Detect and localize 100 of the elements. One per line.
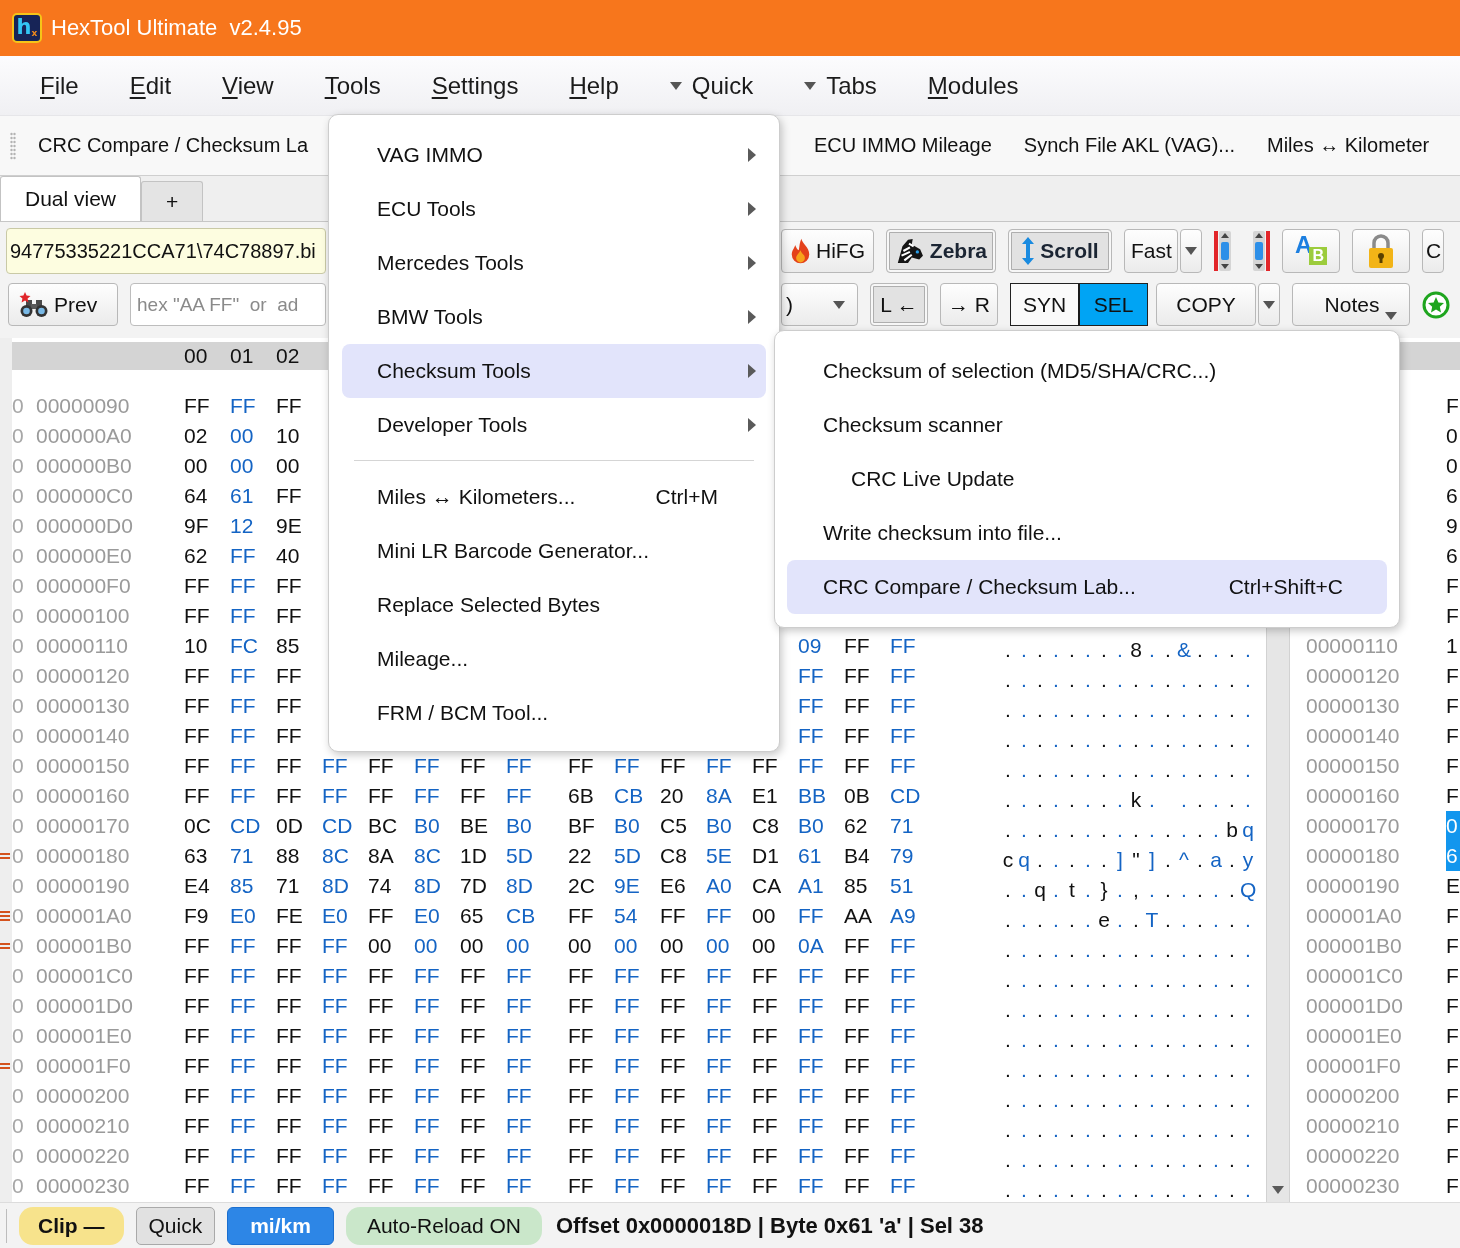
view-dropdown[interactable]: )	[781, 283, 858, 326]
hex-byte: 65	[460, 903, 485, 929]
hex-byte: 00	[568, 933, 593, 959]
quick-access-item[interactable]: CRC Compare / Checksum La	[38, 128, 309, 163]
hex-byte: B0	[614, 813, 641, 839]
sync-left-button[interactable]: L ←	[870, 283, 928, 326]
hex-byte: FF	[460, 1023, 487, 1049]
menu-entry[interactable]: Checksum of selection (MD5/SHA/CRC...)	[787, 344, 1387, 398]
hex-byte: A0	[706, 873, 733, 899]
offset-label: 000000D0	[36, 513, 134, 539]
toolbar-button[interactable]: C	[1422, 229, 1444, 273]
caret-icon	[669, 81, 682, 90]
menu-entry[interactable]: Checksum Tools	[342, 344, 766, 398]
menu-entry[interactable]: Miles ↔ Kilometers... Ctrl+M	[342, 470, 766, 524]
menu-entry[interactable]: CRC Live Update	[787, 452, 1387, 506]
menu-entry[interactable]: Developer Tools	[342, 398, 766, 452]
notes-button[interactable]: Notes	[1292, 283, 1410, 326]
menu-item[interactable]: Tabs	[804, 71, 877, 100]
quick-button[interactable]: Quick	[135, 1206, 216, 1245]
tab[interactable]: Dual view	[0, 176, 142, 221]
sync-right-button[interactable]: → R	[940, 283, 998, 326]
sync-mode-option[interactable]: SYN	[1011, 284, 1080, 325]
hex-byte: FF	[414, 963, 441, 989]
menu-item[interactable]: Settings	[431, 71, 519, 100]
hex-byte: FF	[230, 723, 257, 749]
gutter-text: 0	[12, 633, 25, 659]
units-button[interactable]: mi/km	[227, 1206, 334, 1245]
menu-item[interactable]: Quick	[669, 71, 754, 100]
menu-entry[interactable]: Checksum scanner	[787, 398, 1387, 452]
sync-mode-option[interactable]: SEL	[1080, 284, 1147, 325]
hex-byte: 51	[890, 873, 915, 899]
menu-entry[interactable]: Mercedes Tools	[342, 236, 766, 290]
hex-byte: FF	[706, 1143, 733, 1169]
menu-item[interactable]: File	[40, 71, 79, 100]
speed-dropdown[interactable]: Fast	[1124, 229, 1178, 273]
menu-entry[interactable]: Replace Selected Bytes	[342, 578, 766, 632]
hex-byte: FF	[460, 753, 487, 779]
menu-entry[interactable]: BMW Tools	[342, 290, 766, 344]
menu-item[interactable]: Edit	[129, 71, 172, 100]
offset-label: 00000110	[1305, 634, 1399, 658]
hex-byte: 8A	[706, 783, 733, 809]
scroll-button[interactable]: Scroll	[1008, 229, 1112, 273]
hex-byte: FF	[322, 1143, 349, 1169]
caret-icon	[833, 300, 845, 309]
menu-item[interactable]: View	[222, 71, 274, 100]
offset-label: 000000B0	[36, 453, 133, 479]
hex-digit: 0	[1446, 811, 1460, 841]
hex-byte: FF	[752, 993, 779, 1019]
menu-entry[interactable]: Mini LR Barcode Generator...	[342, 524, 766, 578]
gutter-text: 0	[12, 513, 25, 539]
menu-entry[interactable]: VAG IMMO	[342, 128, 766, 182]
prev-button[interactable]: Prev	[8, 283, 118, 326]
hex-byte: 8C	[322, 843, 350, 869]
file-path-field[interactable]: 94775335221CCA71\74C78897.bi	[6, 228, 326, 274]
offset-label: 00000190	[1305, 874, 1401, 898]
menu-entry[interactable]: CRC Compare / Checksum Lab... Ctrl+Shift+C	[787, 560, 1387, 614]
hex-byte: FF	[230, 1083, 257, 1109]
offset-label: 000000F0	[36, 573, 132, 599]
hex-byte: FF	[844, 1143, 871, 1169]
offset-label: 000001B0	[1305, 934, 1403, 958]
hex-digit: F	[1446, 393, 1460, 419]
hex-byte: 9F	[184, 513, 210, 539]
hex-digit: F	[1446, 993, 1460, 1019]
hex-byte: FF	[276, 993, 303, 1019]
menu-item[interactable]: Modules	[927, 71, 1019, 100]
hex-byte: FF	[890, 1143, 917, 1169]
hex-byte: FF	[506, 993, 533, 1019]
zebra-button[interactable]: Zebra	[886, 229, 996, 273]
lock-button[interactable]	[1352, 229, 1410, 273]
dropdown-button[interactable]	[1180, 229, 1202, 273]
tab[interactable]: +	[141, 181, 204, 221]
menu-item[interactable]: Tools	[324, 71, 381, 100]
quick-access-item[interactable]: Miles ↔ Kilometer	[1267, 128, 1430, 163]
hex-byte: FF	[844, 1023, 871, 1049]
quick-access-item[interactable]: Synch File AKL (VAG)...	[1023, 128, 1235, 163]
auto-reload-button[interactable]: Auto-Reload ON	[345, 1206, 542, 1245]
menu-entry[interactable]: FRM / BCM Tool...	[342, 686, 766, 740]
search-field[interactable]: hex "AA FF" or ad	[130, 283, 326, 326]
hex-byte: FF	[798, 1143, 825, 1169]
copy-button[interactable]: COPY	[1156, 283, 1256, 326]
menu-entry[interactable]: Mileage...	[342, 632, 766, 686]
scroll-down-arrow-icon[interactable]	[1272, 1186, 1284, 1194]
quick-access-item[interactable]: ECU IMMO Mileage	[814, 128, 992, 163]
menu-item[interactable]: Help	[569, 71, 619, 100]
clipboard-button[interactable]: Clip —	[19, 1206, 124, 1245]
ascii-text: . . . . . . . . . . . . . . . .	[1004, 1087, 1252, 1113]
hex-byte: FF	[184, 963, 211, 989]
hex-byte: FF	[614, 963, 641, 989]
shortcut-text: Ctrl+Shift+C	[1228, 575, 1343, 599]
menu-entry[interactable]: ECU Tools	[342, 182, 766, 236]
hex-byte: FF	[184, 753, 211, 779]
hex-byte: FF	[614, 1053, 641, 1079]
hex-byte: 0C	[184, 813, 212, 839]
hifg-button[interactable]: HiFG	[781, 229, 874, 273]
hex-byte: FF	[844, 993, 871, 1019]
gutter-text: 0	[12, 873, 25, 899]
hex-byte: FF	[706, 753, 733, 779]
menu-entry[interactable]: Write checksum into file...	[787, 506, 1387, 560]
hex-byte: FF	[506, 963, 533, 989]
dropdown-button[interactable]	[1258, 283, 1280, 326]
